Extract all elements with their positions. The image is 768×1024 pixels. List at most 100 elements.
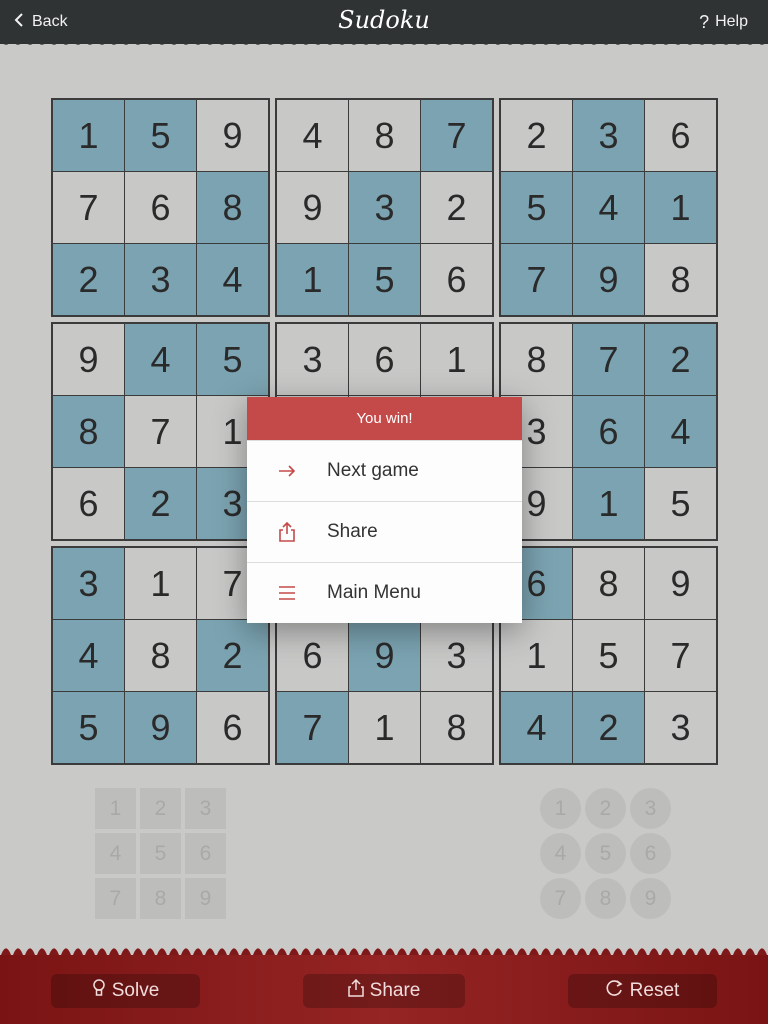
- number-key[interactable]: 1: [95, 788, 136, 829]
- sudoku-cell[interactable]: 2: [53, 244, 124, 315]
- help-button[interactable]: ? Help: [699, 0, 748, 44]
- sudoku-cell[interactable]: 6: [421, 244, 492, 315]
- number-key[interactable]: 5: [140, 833, 181, 874]
- sudoku-box: 159 768 234: [51, 98, 270, 317]
- sudoku-cell[interactable]: 5: [645, 468, 716, 539]
- main-menu-button[interactable]: Main Menu: [247, 562, 522, 623]
- sudoku-cell[interactable]: 8: [349, 100, 420, 171]
- sudoku-cell[interactable]: 7: [125, 396, 196, 467]
- number-key[interactable]: 2: [140, 788, 181, 829]
- sudoku-cell[interactable]: 8: [125, 620, 196, 691]
- sudoku-cell[interactable]: 5: [501, 172, 572, 243]
- sudoku-cell[interactable]: 7: [277, 692, 348, 763]
- sudoku-cell[interactable]: 1: [421, 324, 492, 395]
- sudoku-cell[interactable]: 8: [573, 548, 644, 619]
- sudoku-cell[interactable]: 2: [573, 692, 644, 763]
- sudoku-cell[interactable]: 6: [277, 620, 348, 691]
- sudoku-cell[interactable]: 3: [573, 100, 644, 171]
- sudoku-cell[interactable]: 9: [573, 244, 644, 315]
- number-key[interactable]: 7: [95, 878, 136, 919]
- sudoku-cell[interactable]: 4: [573, 172, 644, 243]
- number-key[interactable]: 4: [540, 833, 581, 874]
- sudoku-cell[interactable]: 6: [349, 324, 420, 395]
- number-key[interactable]: 9: [185, 878, 226, 919]
- sudoku-cell[interactable]: 5: [573, 620, 644, 691]
- reset-button[interactable]: Reset: [568, 974, 717, 1008]
- sudoku-cell[interactable]: 9: [277, 172, 348, 243]
- sudoku-cell[interactable]: 2: [197, 620, 268, 691]
- sudoku-cell[interactable]: 3: [53, 548, 124, 619]
- sudoku-cell[interactable]: 8: [421, 692, 492, 763]
- sudoku-cell[interactable]: 5: [197, 324, 268, 395]
- number-key[interactable]: 8: [140, 878, 181, 919]
- number-key[interactable]: 4: [95, 833, 136, 874]
- sudoku-cell[interactable]: 9: [197, 100, 268, 171]
- sudoku-cell[interactable]: 7: [501, 244, 572, 315]
- sudoku-cell[interactable]: 2: [125, 468, 196, 539]
- number-key[interactable]: 6: [185, 833, 226, 874]
- sudoku-cell[interactable]: 1: [125, 548, 196, 619]
- sudoku-cell[interactable]: 8: [197, 172, 268, 243]
- help-label: Help: [715, 13, 748, 30]
- sudoku-cell[interactable]: 8: [53, 396, 124, 467]
- sudoku-cell[interactable]: 1: [645, 172, 716, 243]
- sudoku-cell[interactable]: 4: [277, 100, 348, 171]
- sudoku-cell[interactable]: 6: [573, 396, 644, 467]
- topbar-scallop-edge: [0, 40, 768, 45]
- sudoku-cell[interactable]: 2: [421, 172, 492, 243]
- number-key[interactable]: 3: [185, 788, 226, 829]
- sudoku-cell[interactable]: 9: [645, 548, 716, 619]
- sudoku-cell[interactable]: 2: [645, 324, 716, 395]
- share-icon: [347, 978, 364, 1003]
- share-dialog-button[interactable]: Share: [247, 501, 522, 562]
- sudoku-cell[interactable]: 4: [125, 324, 196, 395]
- number-key[interactable]: 9: [630, 878, 671, 919]
- number-key[interactable]: 7: [540, 878, 581, 919]
- share-toolbar-button[interactable]: Share: [303, 974, 465, 1008]
- sudoku-cell[interactable]: 9: [53, 324, 124, 395]
- sudoku-cell[interactable]: 1: [573, 468, 644, 539]
- win-dialog: You win! Next game Share Main Menu: [247, 397, 522, 623]
- sudoku-cell[interactable]: 6: [53, 468, 124, 539]
- sudoku-cell[interactable]: 8: [645, 244, 716, 315]
- sudoku-cell[interactable]: 7: [645, 620, 716, 691]
- sudoku-cell[interactable]: 6: [645, 100, 716, 171]
- sudoku-cell[interactable]: 1: [277, 244, 348, 315]
- number-key[interactable]: 5: [585, 833, 626, 874]
- sudoku-cell[interactable]: 2: [501, 100, 572, 171]
- right-number-pad: 123 456 789: [540, 788, 671, 919]
- sudoku-cell[interactable]: 1: [349, 692, 420, 763]
- sudoku-cell[interactable]: 3: [645, 692, 716, 763]
- sudoku-cell[interactable]: 4: [645, 396, 716, 467]
- sudoku-cell[interactable]: 9: [349, 620, 420, 691]
- sudoku-cell[interactable]: 4: [53, 620, 124, 691]
- sudoku-cell[interactable]: 4: [197, 244, 268, 315]
- sudoku-cell[interactable]: 7: [421, 100, 492, 171]
- number-key[interactable]: 3: [630, 788, 671, 829]
- sudoku-cell[interactable]: 1: [53, 100, 124, 171]
- sudoku-cell[interactable]: 5: [349, 244, 420, 315]
- sudoku-cell[interactable]: 5: [53, 692, 124, 763]
- solve-button[interactable]: Solve: [51, 974, 200, 1008]
- sudoku-box: 689157423: [499, 546, 718, 765]
- sudoku-cell[interactable]: 3: [421, 620, 492, 691]
- sudoku-cell[interactable]: 5: [125, 100, 196, 171]
- number-key[interactable]: 8: [585, 878, 626, 919]
- sudoku-cell[interactable]: 4: [501, 692, 572, 763]
- number-key[interactable]: 6: [630, 833, 671, 874]
- next-game-label: Next game: [327, 460, 419, 481]
- sudoku-cell[interactable]: 3: [349, 172, 420, 243]
- sudoku-cell[interactable]: 7: [53, 172, 124, 243]
- sudoku-cell[interactable]: 9: [125, 692, 196, 763]
- lightbulb-icon: [92, 979, 106, 1003]
- number-key[interactable]: 1: [540, 788, 581, 829]
- sudoku-cell[interactable]: 8: [501, 324, 572, 395]
- sudoku-cell[interactable]: 1: [501, 620, 572, 691]
- number-key[interactable]: 2: [585, 788, 626, 829]
- sudoku-cell[interactable]: 7: [573, 324, 644, 395]
- sudoku-cell[interactable]: 6: [197, 692, 268, 763]
- next-game-button[interactable]: Next game: [247, 440, 522, 501]
- sudoku-cell[interactable]: 3: [277, 324, 348, 395]
- sudoku-cell[interactable]: 6: [125, 172, 196, 243]
- sudoku-cell[interactable]: 3: [125, 244, 196, 315]
